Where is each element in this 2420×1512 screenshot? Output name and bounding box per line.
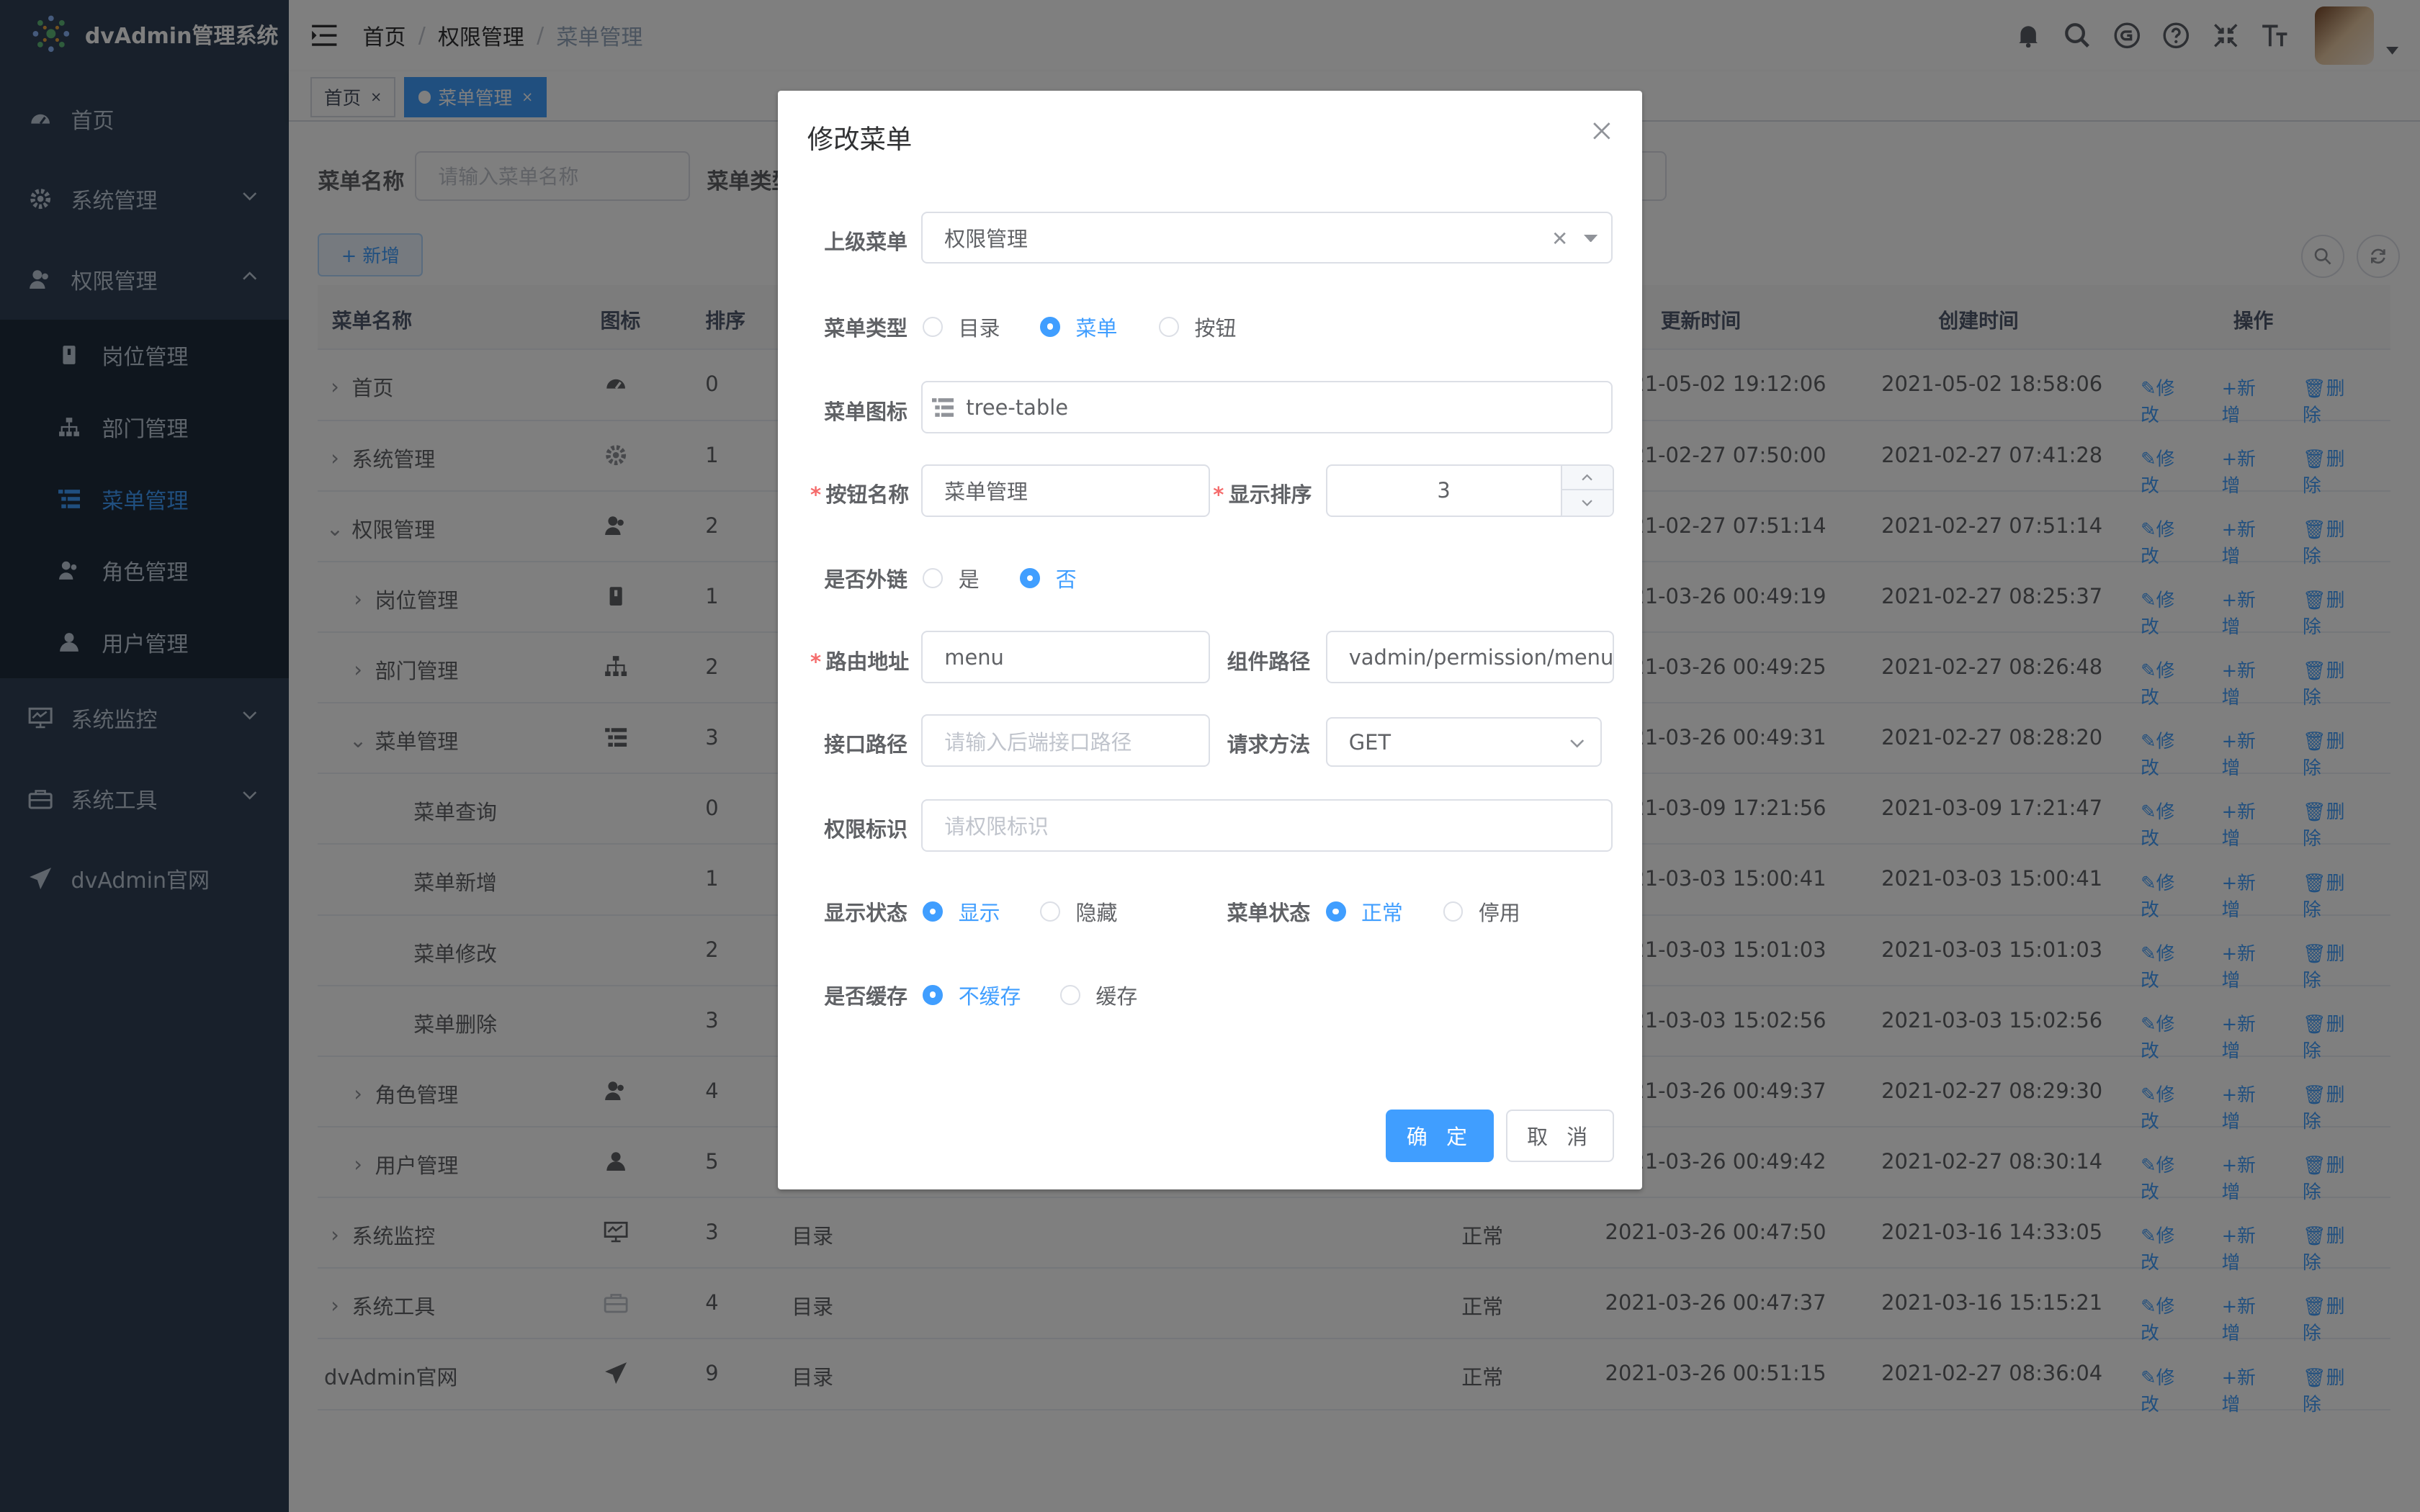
method-label: 请求方法 <box>1227 732 1311 757</box>
radio-type-button[interactable]: 按钮 <box>1159 312 1236 342</box>
radio-label: 否 <box>1055 567 1077 593</box>
order-value: 3 <box>1437 478 1451 503</box>
order-stepper[interactable]: 3 <box>1325 464 1615 517</box>
radio-circle <box>1325 901 1346 922</box>
confirm-button[interactable]: 确 定 <box>1386 1109 1494 1162</box>
radio-type-menu[interactable]: 菜单 <box>1040 312 1117 342</box>
menu-icon-label: 菜单图标 <box>824 399 908 424</box>
radio-label: 隐藏 <box>1075 900 1118 925</box>
radio-link-yes[interactable]: 是 <box>923 563 980 593</box>
radio-status-normal[interactable]: 正常 <box>1325 896 1403 927</box>
radio-label: 菜单 <box>1075 315 1118 341</box>
stepper-down[interactable] <box>1562 490 1613 515</box>
required-mark: * <box>810 649 822 674</box>
component-input[interactable]: vadmin/permission/menu/ir <box>1325 631 1615 684</box>
label-text: 按钮名称 <box>825 482 910 508</box>
radio-label: 按钮 <box>1194 315 1237 341</box>
caret-down-icon <box>1583 234 1597 243</box>
required-mark: * <box>1213 482 1224 508</box>
radio-label: 目录 <box>958 315 1000 341</box>
component-label: 组件路径 <box>1227 649 1311 674</box>
permission-input[interactable]: 请权限标识 <box>921 798 1613 852</box>
radio-visible-show[interactable]: 显示 <box>923 896 1000 927</box>
order-label: * 显示排序 <box>1213 478 1312 508</box>
radio-circle <box>923 316 944 337</box>
dialog-title: 修改菜单 <box>807 123 913 155</box>
button-name-label: * 按钮名称 <box>810 478 909 508</box>
visible-label: 显示状态 <box>824 900 908 925</box>
radio-visible-hide[interactable]: 隐藏 <box>1040 896 1117 927</box>
label-text: 显示排序 <box>1228 482 1312 508</box>
clear-icon[interactable]: ✕ <box>1551 227 1568 251</box>
parent-menu-value: 权限管理 <box>944 226 1028 251</box>
required-mark: * <box>810 482 822 508</box>
radio-circle <box>923 901 944 922</box>
radio-type-directory[interactable]: 目录 <box>923 312 1000 342</box>
radio-link-no[interactable]: 否 <box>1020 563 1077 593</box>
radio-circle <box>1159 316 1180 337</box>
external-link-label: 是否外链 <box>824 567 908 593</box>
radio-label: 正常 <box>1361 900 1403 925</box>
permission-label: 权限标识 <box>824 817 908 842</box>
chevron-up-icon <box>1582 474 1593 481</box>
label-text: 路由地址 <box>825 649 910 674</box>
close-icon[interactable] <box>1592 122 1611 140</box>
radio-label: 不缓存 <box>958 984 1021 1009</box>
radio-label: 缓存 <box>1095 984 1138 1009</box>
chevron-down-icon <box>1570 739 1585 748</box>
radio-label: 显示 <box>958 900 1000 925</box>
radio-circle <box>923 984 944 1005</box>
api-path-label: 接口路径 <box>824 732 908 757</box>
radio-cache-no[interactable]: 不缓存 <box>923 980 1021 1010</box>
method-value: GET <box>1348 729 1392 755</box>
menu-type-label: 菜单类型 <box>824 315 908 341</box>
radio-status-disabled[interactable]: 停用 <box>1443 896 1520 927</box>
radio-label: 是 <box>958 567 980 593</box>
edit-menu-dialog: 修改菜单 上级菜单 权限管理 ✕ 菜单类型 目录 菜单 按钮 菜单图标 tree… <box>778 91 1642 1190</box>
cancel-button[interactable]: 取 消 <box>1506 1109 1615 1162</box>
stepper-buttons <box>1560 465 1613 516</box>
radio-circle <box>1060 984 1080 1005</box>
button-name-input[interactable]: 菜单管理 <box>921 464 1210 517</box>
chevron-down-icon <box>1582 500 1593 507</box>
radio-cache-yes[interactable]: 缓存 <box>1060 980 1137 1010</box>
cache-label: 是否缓存 <box>824 984 908 1009</box>
method-select[interactable]: GET <box>1325 717 1603 767</box>
api-path-input[interactable]: 请输入后端接口路径 <box>921 714 1210 767</box>
radio-circle <box>1020 568 1041 589</box>
radio-label: 停用 <box>1478 900 1520 925</box>
radio-circle <box>1443 901 1464 922</box>
route-label: * 路由地址 <box>810 645 909 675</box>
radio-circle <box>1040 901 1061 922</box>
menu-icon-value: tree-table <box>966 395 1069 420</box>
stepper-up[interactable] <box>1561 466 1613 491</box>
radio-circle <box>1040 316 1061 337</box>
tree-table-icon <box>932 397 954 417</box>
parent-menu-label: 上级菜单 <box>824 229 908 254</box>
menu-icon-input[interactable]: tree-table <box>921 381 1613 434</box>
route-input[interactable]: menu <box>921 631 1210 684</box>
parent-menu-select[interactable]: 权限管理 ✕ <box>921 211 1613 264</box>
status-label: 菜单状态 <box>1227 900 1311 925</box>
radio-circle <box>923 568 944 589</box>
